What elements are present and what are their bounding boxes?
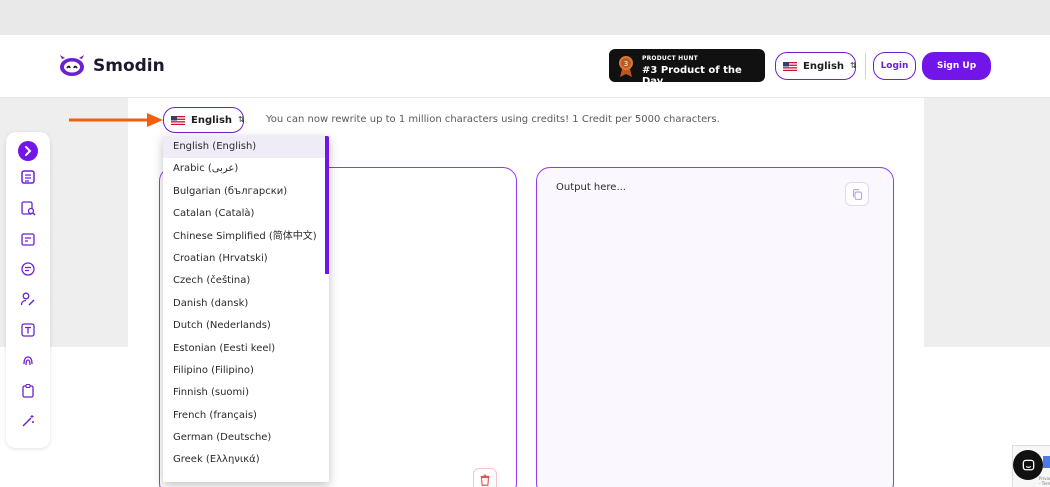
magic-wand-icon [22,415,34,427]
header-language-select[interactable]: English ⇅ [775,52,857,80]
recaptcha-icon [1043,456,1050,468]
language-option[interactable]: Estonian (Eesti keel) [163,338,329,360]
list-circle-icon [21,262,35,276]
chat-icon [1022,459,1034,470]
output-placeholder: Output here... [556,182,626,193]
sidebar-item-detector[interactable] [18,350,38,370]
sidebar-item-writer[interactable] [18,229,38,249]
language-option-list: English (English) Arabic (عربى) Bulgarian … [163,136,329,472]
text-box-icon [21,323,35,337]
copy-output-button[interactable] [845,182,869,206]
language-dropdown-menu[interactable]: English (English) Arabic (عربى) Bulgarian … [163,136,329,482]
clipboard-icon [22,383,34,398]
header-language-label: English [803,60,845,72]
language-option[interactable]: Bulgarian (български) [163,181,329,203]
site-header: Smodin 3 PRODUCT HUNT #3 Product of the … [0,35,1050,98]
document-search-icon [21,201,36,216]
brand-name: Smodin [93,56,165,76]
header-divider [865,53,866,79]
document-edit-icon [21,233,35,246]
language-option[interactable]: Chinese Simplified (简体中文) [163,226,329,248]
medal-rank: 3 [624,60,628,68]
sidebar-item-summarizer[interactable] [18,259,38,279]
language-option[interactable]: Dutch (Nederlands) [163,315,329,337]
language-option[interactable]: English (English) [163,136,325,159]
us-flag-icon [783,61,797,71]
language-option[interactable]: German (Deutsche) [163,427,329,449]
credits-notice: You can now rewrite up to 1 million char… [266,114,720,125]
browser-top-strip [0,0,1050,35]
sidebar-item-magic[interactable] [18,411,38,431]
language-option[interactable]: Croatian (Hrvatski) [163,248,329,270]
language-option[interactable]: Greek (Ελληνικά) [163,449,329,471]
sidebar-item-text[interactable] [18,320,38,340]
orange-arrow-annotation [69,113,163,127]
product-hunt-label: PRODUCT HUNT [642,55,698,62]
chevron-right-icon [25,146,32,156]
clear-input-button[interactable] [473,468,497,487]
input-language-label: English [191,114,233,126]
document-lines-icon [21,170,35,184]
recaptcha-terms: Privacy - Terms [1039,476,1050,486]
updown-chevron-icon: ⇅ [238,115,245,124]
sidebar-item-rewriter[interactable] [18,167,38,187]
output-text-area[interactable]: Output here... [536,167,894,487]
language-option[interactable]: Czech (čeština) [163,270,329,292]
language-option[interactable]: Filipino (Filipino) [163,360,329,382]
trash-icon [480,474,490,486]
dropdown-scrollbar[interactable] [325,136,329,274]
login-button[interactable]: Login [873,52,916,80]
updown-chevron-icon: ⇅ [850,61,857,70]
sidebar-item-author[interactable] [18,289,38,309]
language-option[interactable]: Catalan (Català) [163,203,329,225]
us-flag-icon [171,115,185,125]
chat-support-button[interactable] [1013,450,1043,480]
input-language-select[interactable]: English ⇅ [163,107,245,133]
user-pen-icon [20,292,35,306]
language-option[interactable]: French (français) [163,405,329,427]
language-option[interactable]: Finnish (suomi) [163,382,329,404]
sidebar-expand-button[interactable] [18,141,38,161]
sidebar-item-plagiarism[interactable] [18,198,38,218]
smodin-robot-icon [60,55,84,76]
copy-icon [852,188,862,200]
sidebar-item-grader[interactable] [18,381,38,401]
fingerprint-icon [23,356,33,366]
tools-sidebar [6,132,50,448]
smodin-logo[interactable]: Smodin [58,55,165,77]
signup-button[interactable]: Sign Up [922,52,991,80]
language-option[interactable]: Arabic (عربى) [163,158,329,180]
product-hunt-rank-text: #3 Product of the Day [642,65,742,87]
medal-icon: 3 [619,56,633,77]
language-option[interactable]: Danish (dansk) [163,293,329,315]
product-hunt-badge[interactable]: 3 PRODUCT HUNT #3 Product of the Day [609,49,765,87]
